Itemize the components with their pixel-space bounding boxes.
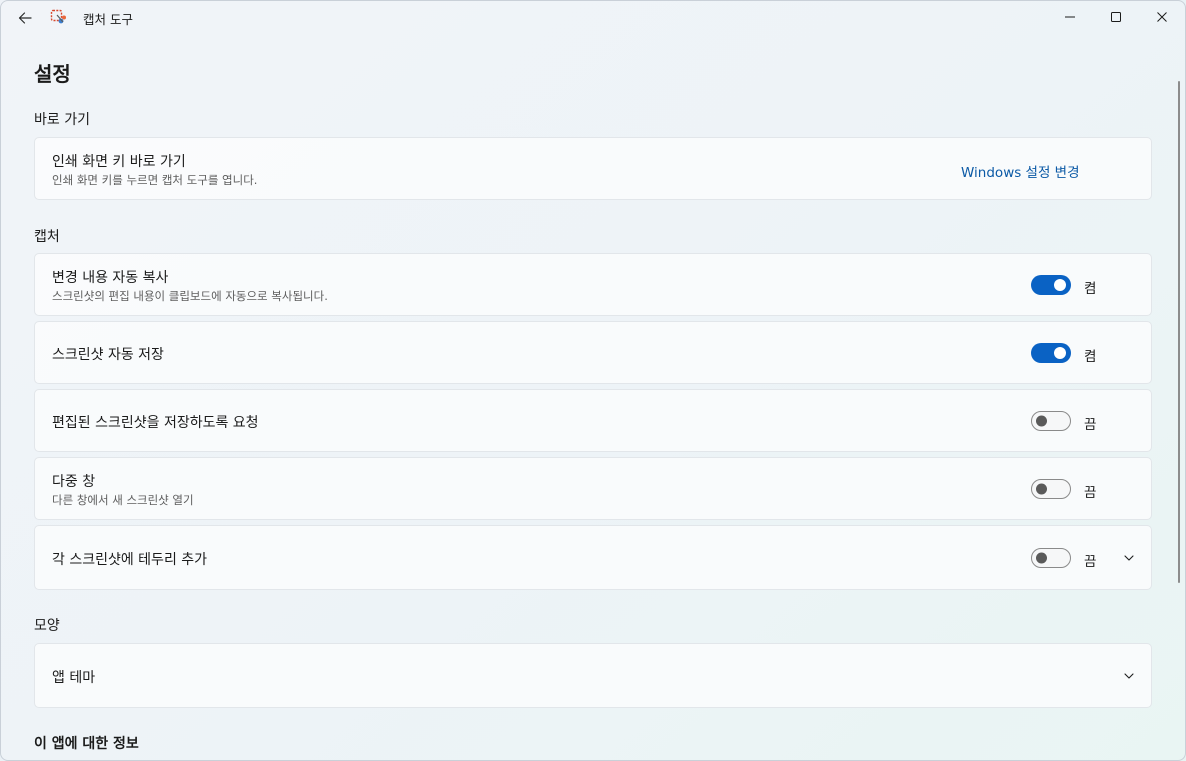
card-description: 다른 창에서 새 스크린샷 열기 xyxy=(52,493,194,507)
page-title: 설정 xyxy=(34,62,71,86)
back-arrow-icon xyxy=(18,12,32,24)
card-title: 앱 테마 xyxy=(52,670,96,686)
snipping-tool-icon xyxy=(50,9,66,24)
app-window: 캡처 도구 설정 바로 가기 인쇄 화면 키 바로 가기 인쇄 화면 키를 누르… xyxy=(0,0,1186,761)
section-label-capture: 캡처 xyxy=(34,229,60,245)
card-title: 스크린샷 자동 저장 xyxy=(52,347,164,363)
section-label-shortcut: 바로 가기 xyxy=(34,112,90,128)
toggle-knob xyxy=(1054,279,1066,291)
setting-row-ask-save-edited: 편집된 스크린샷을 저장하도록 요청 끔 xyxy=(34,389,1152,452)
window-title: 캡처 도구 xyxy=(83,12,133,27)
card-title: 편집된 스크린샷을 저장하도록 요청 xyxy=(52,415,259,431)
maximize-icon xyxy=(1111,12,1121,22)
expand-theme-button[interactable] xyxy=(1122,669,1136,683)
chevron-down-icon xyxy=(1124,555,1134,561)
maximize-button[interactable] xyxy=(1093,1,1139,33)
toggle-state-label: 켬 xyxy=(1084,349,1097,365)
multiple-windows-toggle[interactable] xyxy=(1031,479,1071,499)
change-windows-settings-link[interactable]: Windows 설정 변경 xyxy=(961,161,1080,181)
auto-copy-toggle[interactable] xyxy=(1031,275,1071,295)
scrollbar-thumb[interactable] xyxy=(1178,81,1180,583)
setting-row-add-border[interactable]: 각 스크린샷에 테두리 추가 끔 xyxy=(34,525,1152,590)
card-description: 인쇄 화면 키를 누르면 캡처 도구를 엽니다. xyxy=(52,173,258,187)
chevron-down-icon xyxy=(1124,673,1134,679)
toggle-knob xyxy=(1036,415,1047,427)
setting-row-multiple-windows: 다중 창 다른 창에서 새 스크린샷 열기 끔 xyxy=(34,457,1152,520)
card-title: 각 스크린샷에 테두리 추가 xyxy=(52,552,208,568)
section-label-about: 이 앱에 대한 정보 xyxy=(34,736,139,752)
ask-save-edited-toggle[interactable] xyxy=(1031,411,1071,431)
toggle-knob xyxy=(1036,552,1047,564)
card-title: 변경 내용 자동 복사 xyxy=(52,270,169,286)
close-button[interactable] xyxy=(1139,1,1185,33)
settings-content: 설정 바로 가기 인쇄 화면 키 바로 가기 인쇄 화면 키를 누르면 캡처 도… xyxy=(1,34,1185,760)
card-description: 스크린샷의 편집 내용이 클립보드에 자동으로 복사됩니다. xyxy=(52,289,328,303)
minimize-button[interactable] xyxy=(1047,1,1093,33)
toggle-state-label: 끔 xyxy=(1084,485,1097,501)
toggle-state-label: 끔 xyxy=(1084,417,1097,433)
setting-row-app-theme[interactable]: 앱 테마 xyxy=(34,643,1152,708)
minimize-icon xyxy=(1065,16,1075,18)
setting-row-auto-copy: 변경 내용 자동 복사 스크린샷의 편집 내용이 클립보드에 자동으로 복사됩니… xyxy=(34,253,1152,316)
add-border-toggle[interactable] xyxy=(1031,548,1071,568)
section-label-appearance: 모양 xyxy=(34,618,60,634)
toggle-knob xyxy=(1036,483,1047,495)
toggle-state-label: 끔 xyxy=(1084,554,1097,570)
close-icon xyxy=(1157,12,1167,22)
card-title: 인쇄 화면 키 바로 가기 xyxy=(52,154,186,170)
toggle-knob xyxy=(1054,347,1066,359)
setting-row-auto-save: 스크린샷 자동 저장 켬 xyxy=(34,321,1152,384)
toggle-state-label: 켬 xyxy=(1084,281,1097,297)
print-screen-shortcut-card: 인쇄 화면 키 바로 가기 인쇄 화면 키를 누르면 캡처 도구를 엽니다. W… xyxy=(34,137,1152,200)
title-bar: 캡처 도구 xyxy=(1,1,1185,34)
expand-border-button[interactable] xyxy=(1122,551,1136,565)
card-title: 다중 창 xyxy=(52,474,96,490)
back-button[interactable] xyxy=(11,5,39,31)
auto-save-toggle[interactable] xyxy=(1031,343,1071,363)
